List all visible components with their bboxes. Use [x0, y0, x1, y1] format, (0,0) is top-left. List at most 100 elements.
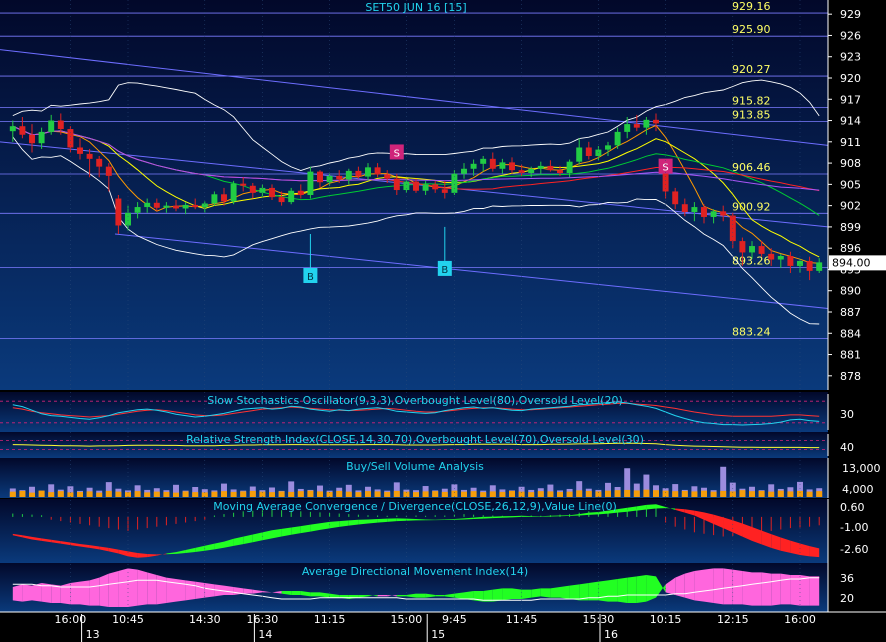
adx-fill-segment — [742, 571, 752, 606]
volume-buy-bar — [393, 490, 400, 497]
volume-buy-bar — [566, 491, 573, 497]
time-tick-label: 14:30 — [189, 613, 221, 626]
volume-buy-bar — [422, 491, 429, 497]
candle-body — [211, 194, 218, 204]
price-tick-label: 899 — [840, 221, 861, 234]
adx-fill-segment — [540, 588, 551, 598]
macd-tick-label: -2.60 — [840, 543, 868, 556]
time-tick-label: 10:45 — [112, 613, 144, 626]
adx-fill-segment — [310, 592, 320, 597]
level-label: 925.90 — [732, 23, 771, 36]
adx-fill-segment — [694, 569, 704, 602]
volume-buy-bar — [269, 492, 275, 497]
price-tick-label: 884 — [840, 327, 861, 340]
volume-buy-bar — [77, 491, 83, 497]
candle-body — [48, 120, 55, 132]
adx-fill-segment — [492, 588, 503, 602]
adx-fill-segment — [416, 593, 426, 598]
volume-buy-bar — [749, 491, 755, 497]
volume-buy-bar — [317, 491, 323, 497]
sell-signal-label: S — [394, 148, 400, 159]
candle-body — [797, 260, 803, 266]
adx-fill-segment — [137, 569, 148, 606]
candle-body — [489, 158, 496, 169]
macd-fill-segment — [396, 518, 407, 522]
candle-body — [413, 181, 419, 191]
adx-fill-segment — [502, 588, 512, 601]
candle-body — [384, 174, 391, 179]
volume-buy-bar — [614, 490, 621, 497]
last-price-label: 894.00 — [832, 256, 871, 269]
volume-buy-bar — [489, 491, 496, 497]
volume-buy-bar — [9, 491, 16, 497]
candle-body — [643, 119, 650, 128]
buy-signal-label: B — [441, 265, 448, 276]
price-tick-label: 896 — [840, 242, 861, 255]
volume-buy-bar — [211, 491, 218, 497]
adx-fill-segment — [809, 576, 820, 606]
adx-fill-segment — [118, 568, 128, 607]
volume-buy-bar — [758, 490, 765, 497]
candle-body — [576, 147, 583, 162]
volume-buy-bar — [57, 491, 64, 497]
volume-buy-bar — [105, 490, 112, 497]
volume-buy-bar — [537, 491, 544, 497]
adx-fill-segment — [704, 568, 714, 603]
candle-body — [441, 189, 448, 193]
candle-body — [9, 126, 16, 132]
candle-body — [29, 134, 35, 144]
candle-body — [365, 167, 371, 177]
time-tick-label: 9:45 — [442, 613, 467, 626]
price-chart-title: SET50 JUN 16 [15] — [365, 1, 466, 14]
candle-body — [163, 205, 170, 208]
candle-body — [585, 147, 592, 156]
adx-fill-segment — [128, 568, 138, 607]
volume-buy-bar — [153, 491, 160, 497]
volume-buy-bar — [182, 491, 189, 497]
candle-body — [278, 197, 285, 203]
volume-buy-bar — [365, 491, 371, 497]
volume-buy-bar — [249, 490, 256, 497]
adx-fill-segment — [70, 581, 80, 605]
candle-body — [192, 204, 199, 208]
price-tick-label: 920 — [840, 72, 861, 85]
adx-fill-segment — [512, 588, 522, 599]
candle-body — [307, 171, 314, 195]
candle-body — [710, 211, 717, 217]
candle-body — [336, 175, 343, 180]
volume-buy-bar — [384, 491, 391, 497]
adx-fill-segment — [761, 572, 772, 606]
adx-fill-segment — [684, 571, 695, 601]
candle-body — [509, 162, 515, 171]
volume-buy-bar — [768, 491, 775, 497]
candle-body — [672, 191, 679, 205]
candle-body — [614, 131, 621, 146]
candle-body — [633, 124, 640, 128]
volume-buy-bar — [307, 490, 314, 497]
macd-tick-label: 0.60 — [840, 501, 865, 514]
price-tick-label: 929 — [840, 8, 861, 21]
adx-fill-segment — [80, 580, 90, 606]
adx-fill-segment — [560, 585, 570, 599]
candle-body — [768, 253, 775, 260]
candle-body — [816, 262, 823, 271]
volume-buy-bar — [355, 492, 362, 497]
candle-body — [787, 255, 794, 266]
adx-fill-segment — [790, 575, 800, 606]
candle-body — [605, 145, 611, 150]
volume-buy-bar — [278, 491, 285, 497]
volume-buy-bar — [777, 490, 784, 497]
time-tick-label: 12:15 — [717, 613, 749, 626]
stochastic-tick-label: 30 — [840, 408, 854, 421]
candle-body — [355, 170, 362, 177]
candle-body — [624, 124, 631, 132]
adx-fill-segment — [195, 581, 205, 599]
adx-fill-segment — [713, 568, 724, 605]
volume-buy-bar — [499, 491, 506, 497]
volume-buy-bar — [374, 491, 381, 497]
candle-body — [96, 158, 103, 167]
volume-buy-bar — [633, 490, 640, 497]
level-label: 893.26 — [732, 255, 771, 268]
price-tick-label: 890 — [840, 285, 861, 298]
time-tick-label: 16:00 — [784, 613, 816, 626]
